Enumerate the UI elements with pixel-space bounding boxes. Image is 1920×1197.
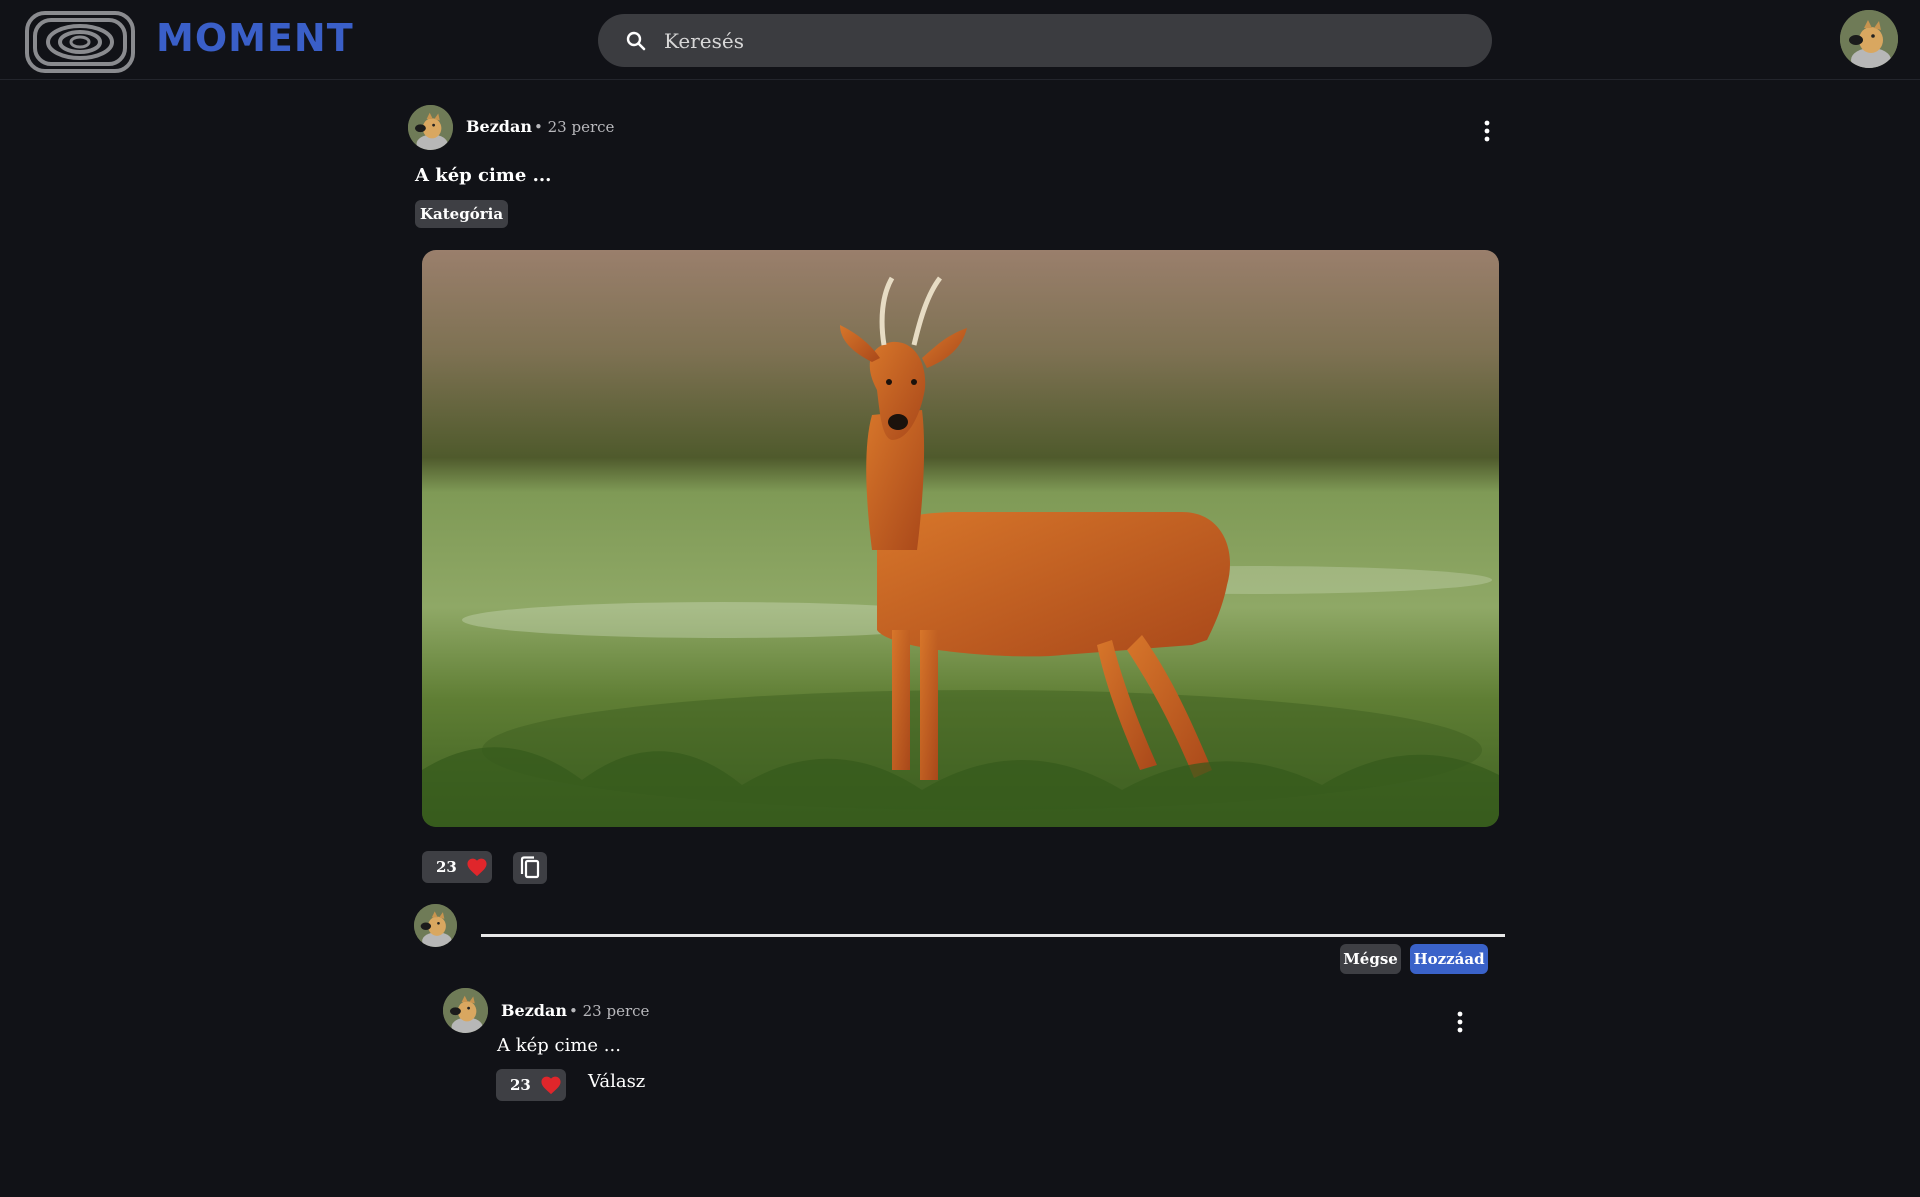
post-author-name[interactable]: Bezdan — [466, 117, 532, 136]
search-input[interactable] — [662, 14, 1462, 67]
copy-icon — [520, 856, 540, 879]
comment-timestamp: • 23 perce — [569, 1002, 650, 1020]
post-like-count: 23 — [436, 858, 457, 876]
brand-name[interactable]: MOMENT — [156, 16, 354, 60]
reply-button[interactable]: Válasz — [588, 1071, 645, 1092]
more-vert-icon[interactable] — [1477, 118, 1497, 144]
post-timestamp: • 23 perce — [534, 118, 615, 136]
comment-text: A kép cime ... — [497, 1035, 621, 1056]
comment-like-button[interactable]: 23 — [496, 1069, 566, 1101]
heart-icon — [467, 858, 487, 877]
top-bar: MOMENT — [0, 0, 1920, 80]
add-comment-button[interactable]: Hozzáad — [1410, 944, 1488, 974]
comment-input[interactable] — [481, 934, 1505, 937]
post-title: A kép cime ... — [415, 165, 552, 186]
post-image[interactable] — [422, 250, 1499, 827]
comment-author-avatar[interactable] — [443, 988, 488, 1033]
comment-author-name[interactable]: Bezdan — [501, 1001, 567, 1020]
search-bar[interactable] — [598, 14, 1492, 67]
user-avatar[interactable] — [1840, 10, 1898, 68]
search-icon — [626, 31, 646, 51]
cancel-button[interactable]: Mégse — [1340, 944, 1401, 974]
copy-link-button[interactable] — [513, 852, 547, 884]
heart-icon — [541, 1076, 561, 1095]
post-like-button[interactable]: 23 — [422, 851, 492, 883]
more-vert-icon[interactable] — [1450, 1009, 1470, 1035]
comment-like-count: 23 — [510, 1076, 531, 1094]
post-author-avatar[interactable] — [408, 105, 453, 150]
composer-avatar — [414, 904, 457, 947]
category-tag[interactable]: Kategória — [415, 200, 509, 228]
logo-icon[interactable] — [24, 10, 136, 74]
